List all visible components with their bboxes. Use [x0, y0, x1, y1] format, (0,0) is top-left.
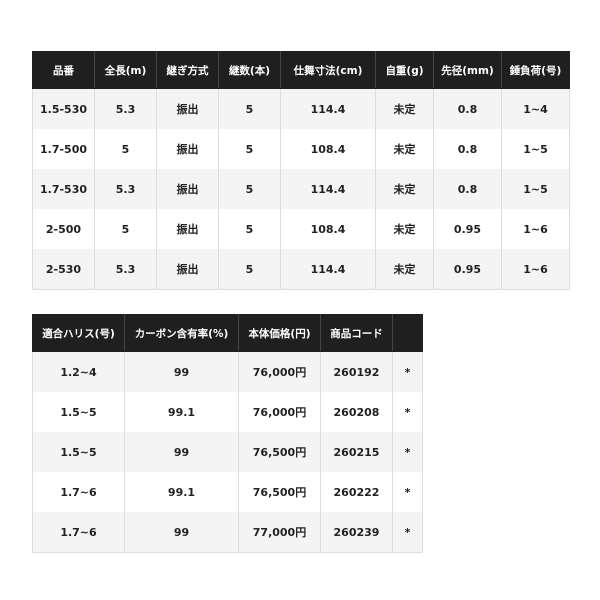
- column-header: カーボン含有率(%): [124, 314, 239, 352]
- table-cell: *: [392, 512, 423, 553]
- table-cell: 2-500: [32, 209, 95, 249]
- table-cell: 振出: [156, 249, 219, 290]
- table-cell: 0.8: [433, 169, 502, 209]
- column-header: 適合ハリス(号): [32, 314, 125, 352]
- table-row: 2-530 5.3 振出 5 114.4 未定 0.95 1~6: [32, 249, 570, 290]
- table-cell: 76,500円: [238, 432, 321, 472]
- table-cell: 114.4: [280, 88, 376, 129]
- table-cell: 1.2~4: [32, 351, 125, 392]
- table-cell: 5: [218, 129, 281, 169]
- column-header: 本体価格(円): [238, 314, 321, 352]
- table-cell: 99: [124, 432, 239, 472]
- table-cell: 未定: [375, 249, 434, 290]
- table-cell: 260222: [320, 472, 393, 512]
- table-cell: 99: [124, 351, 239, 392]
- table-cell: 1~5: [501, 129, 570, 169]
- spec-table-price: 適合ハリス(号) カーボン含有率(%) 本体価格(円) 商品コード 1.2~4 …: [32, 314, 423, 553]
- column-header: 仕舞寸法(cm): [280, 51, 376, 89]
- table-cell: 0.8: [433, 129, 502, 169]
- column-header: 継数(本): [218, 51, 281, 89]
- table-cell: 1.7~6: [32, 472, 125, 512]
- table-cell: 1.7-530: [32, 169, 95, 209]
- table-cell: 未定: [375, 209, 434, 249]
- column-header: 商品コード: [320, 314, 393, 352]
- table-cell: 未定: [375, 129, 434, 169]
- table-cell: 5: [218, 169, 281, 209]
- table-row: 1.2~4 99 76,000円 260192 *: [32, 351, 423, 392]
- table-cell: 5.3: [94, 249, 157, 290]
- table-cell: 99.1: [124, 472, 239, 512]
- table-cell: 260192: [320, 351, 393, 392]
- table-cell: 5: [94, 129, 157, 169]
- table-cell: 0.95: [433, 209, 502, 249]
- table-cell: 108.4: [280, 129, 376, 169]
- table-cell: 1.5~5: [32, 432, 125, 472]
- table-cell: 1~6: [501, 209, 570, 249]
- table-cell: 2-530: [32, 249, 95, 290]
- table-cell: 5.3: [94, 169, 157, 209]
- table-cell: 振出: [156, 88, 219, 129]
- table-cell: *: [392, 392, 423, 432]
- table-cell: 0.95: [433, 249, 502, 290]
- spec-table-main: 品番 全長(m) 継ぎ方式 継数(本) 仕舞寸法(cm) 自重(g) 先径(mm…: [32, 51, 570, 290]
- table-cell: 未定: [375, 88, 434, 129]
- table-cell: 1~6: [501, 249, 570, 290]
- table-cell: 99.1: [124, 392, 239, 432]
- column-header: 品番: [32, 51, 95, 89]
- table-cell: 5: [94, 209, 157, 249]
- column-header: 継ぎ方式: [156, 51, 219, 89]
- table-cell: *: [392, 432, 423, 472]
- table-cell: 5.3: [94, 88, 157, 129]
- table-row: 2-500 5 振出 5 108.4 未定 0.95 1~6: [32, 209, 570, 249]
- column-header-blank: [392, 314, 423, 352]
- table-cell: 1.5~5: [32, 392, 125, 432]
- table-cell: 114.4: [280, 249, 376, 290]
- table-cell: 1.7~6: [32, 512, 125, 553]
- table-cell: 5: [218, 88, 281, 129]
- table-header-row: 品番 全長(m) 継ぎ方式 継数(本) 仕舞寸法(cm) 自重(g) 先径(mm…: [32, 51, 570, 89]
- table-cell: *: [392, 351, 423, 392]
- table-cell: 77,000円: [238, 512, 321, 553]
- column-header: 先径(mm): [433, 51, 502, 89]
- table-row: 1.7-530 5.3 振出 5 114.4 未定 0.8 1~5: [32, 169, 570, 209]
- table-cell: 260239: [320, 512, 393, 553]
- table-cell: 108.4: [280, 209, 376, 249]
- table-cell: 99: [124, 512, 239, 553]
- table-header-row: 適合ハリス(号) カーボン含有率(%) 本体価格(円) 商品コード: [32, 314, 423, 352]
- table-row: 1.5-530 5.3 振出 5 114.4 未定 0.8 1~4: [32, 88, 570, 129]
- column-header: 錘負荷(号): [501, 51, 570, 89]
- table-cell: 260215: [320, 432, 393, 472]
- table-cell: 260208: [320, 392, 393, 432]
- table-cell: 76,000円: [238, 392, 321, 432]
- table-cell: 1~4: [501, 88, 570, 129]
- table-cell: 114.4: [280, 169, 376, 209]
- table-cell: 76,000円: [238, 351, 321, 392]
- table-row: 1.7~6 99 77,000円 260239 *: [32, 512, 423, 553]
- table-cell: 5: [218, 249, 281, 290]
- table-cell: *: [392, 472, 423, 512]
- table-row: 1.7~6 99.1 76,500円 260222 *: [32, 472, 423, 512]
- table-row: 1.5~5 99.1 76,000円 260208 *: [32, 392, 423, 432]
- table-cell: 1.7-500: [32, 129, 95, 169]
- table-cell: 未定: [375, 169, 434, 209]
- table-cell: 振出: [156, 169, 219, 209]
- table-row: 1.7-500 5 振出 5 108.4 未定 0.8 1~5: [32, 129, 570, 169]
- table-cell: 0.8: [433, 88, 502, 129]
- table-row: 1.5~5 99 76,500円 260215 *: [32, 432, 423, 472]
- table-cell: 振出: [156, 129, 219, 169]
- table-cell: 5: [218, 209, 281, 249]
- table-cell: 1.5-530: [32, 88, 95, 129]
- table-cell: 1~5: [501, 169, 570, 209]
- table-cell: 76,500円: [238, 472, 321, 512]
- column-header: 自重(g): [375, 51, 434, 89]
- column-header: 全長(m): [94, 51, 157, 89]
- table-cell: 振出: [156, 209, 219, 249]
